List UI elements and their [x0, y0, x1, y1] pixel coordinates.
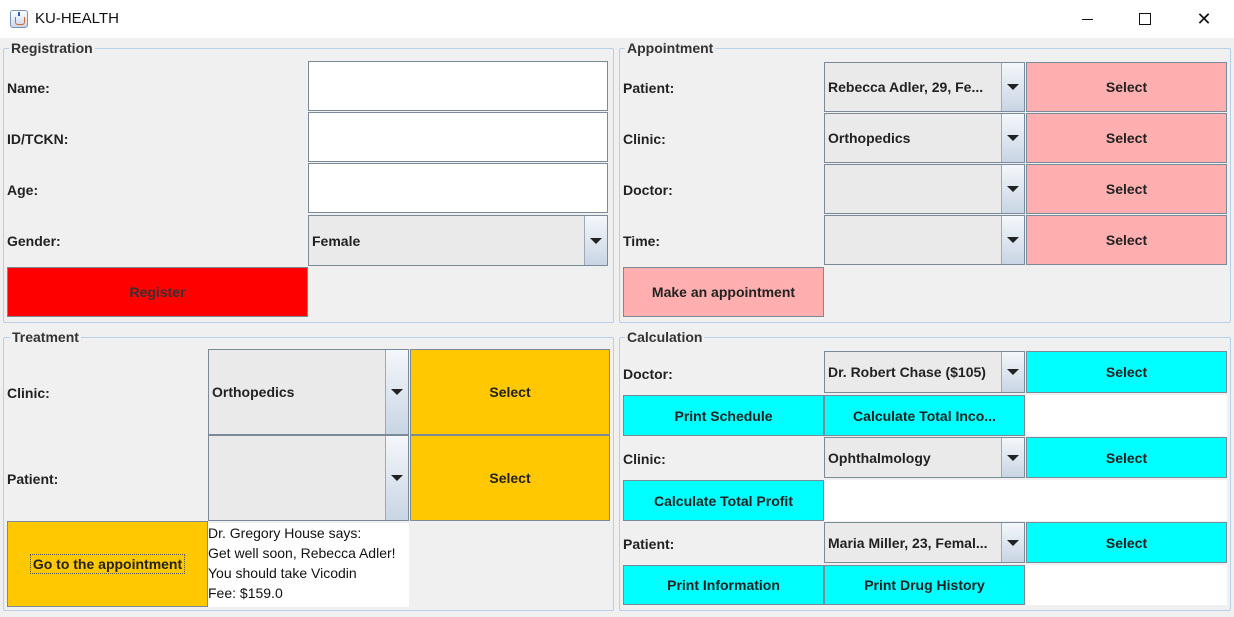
id-label: ID/TCKN:	[7, 131, 69, 147]
print-information-button[interactable]: Print Information	[623, 565, 824, 605]
calc-clinic-dropdown-arrow[interactable]	[1001, 438, 1024, 477]
print-schedule-button[interactable]: Print Schedule	[623, 395, 824, 436]
minimize-button[interactable]	[1058, 0, 1116, 38]
message-line: You should take Vicodin	[208, 565, 357, 581]
chevron-down-icon	[1007, 454, 1019, 461]
appt-clinic-label: Clinic:	[623, 131, 666, 147]
calc-doctor-label: Doctor:	[623, 366, 673, 382]
treat-clinic-select-button[interactable]: Select	[410, 349, 610, 435]
treatment-title: Treatment	[10, 329, 81, 345]
close-button[interactable]: ✕	[1175, 0, 1233, 38]
calc-patient-select-button[interactable]: Select	[1026, 522, 1227, 563]
treat-clinic-label: Clinic:	[7, 385, 50, 401]
calculation-title: Calculation	[625, 329, 705, 345]
message-line: Dr. Gregory House says:	[208, 525, 362, 541]
calc-clinic-label: Clinic:	[623, 451, 666, 467]
name-field[interactable]	[308, 61, 608, 111]
appt-clinic-select-button[interactable]: Select	[1026, 113, 1227, 163]
make-appointment-button[interactable]: Make an appointment	[623, 267, 824, 317]
calc-doctor-dropdown-arrow[interactable]	[1001, 352, 1024, 392]
calc-clinic-selected: Ophthalmology	[828, 449, 931, 466]
calc-patient-label: Patient:	[623, 536, 675, 552]
close-icon: ✕	[1196, 8, 1212, 29]
appt-patient-label: Patient:	[623, 80, 675, 96]
chevron-down-icon	[1007, 186, 1019, 192]
treat-patient-label: Patient:	[7, 471, 59, 487]
chevron-down-icon	[590, 237, 602, 244]
chevron-down-icon	[1007, 135, 1019, 141]
chevron-down-icon	[391, 475, 403, 481]
calc-doctor-select-button[interactable]: Select	[1026, 351, 1227, 393]
treat-patient-select[interactable]	[208, 435, 409, 521]
register-button[interactable]: Register	[7, 267, 308, 317]
appt-patient-selected: Rebecca Adler, 29, Fe...	[828, 79, 984, 95]
calc-patient-select[interactable]: Maria Miller, 23, Femal...	[824, 522, 1025, 563]
appt-clinic-dropdown-arrow[interactable]	[1001, 114, 1024, 162]
appt-patient-select[interactable]: Rebecca Adler, 29, Fe...	[824, 62, 1025, 112]
appt-doctor-dropdown-arrow[interactable]	[1001, 165, 1024, 213]
age-label: Age:	[7, 182, 39, 198]
profit-output	[824, 480, 1227, 521]
appt-patient-dropdown-arrow[interactable]	[1001, 63, 1024, 111]
go-to-appointment-button[interactable]: Go to the appointment	[7, 521, 208, 607]
id-field[interactable]	[308, 112, 608, 162]
appointment-title: Appointment	[625, 40, 716, 56]
maximize-button[interactable]	[1116, 0, 1174, 38]
message-line: Fee: $159.0	[208, 585, 283, 601]
appt-doctor-select-button[interactable]: Select	[1026, 164, 1227, 214]
appt-time-select[interactable]	[824, 215, 1025, 265]
income-output	[1026, 395, 1227, 436]
go-to-appointment-label: Go to the appointment	[29, 554, 186, 574]
doctor-message: Dr. Gregory House says: Get well soon, R…	[208, 523, 409, 607]
message-line: Get well soon, Rebecca Adler!	[208, 545, 396, 561]
minimize-icon	[1081, 18, 1093, 20]
calculate-total-profit-button[interactable]: Calculate Total Profit	[623, 480, 824, 521]
calc-doctor-selected: Dr. Robert Chase ($105)	[828, 364, 986, 380]
calc-clinic-select-button[interactable]: Select	[1026, 437, 1227, 478]
window-title: KU-HEALTH	[35, 10, 119, 27]
appt-time-dropdown-arrow[interactable]	[1001, 216, 1024, 264]
treat-patient-select-button[interactable]: Select	[410, 435, 610, 521]
treat-patient-dropdown-arrow[interactable]	[385, 436, 408, 520]
age-field[interactable]	[308, 163, 608, 213]
gender-select[interactable]: Female	[308, 215, 608, 266]
appt-clinic-selected: Orthopedics	[828, 130, 911, 146]
calc-doctor-select[interactable]: Dr. Robert Chase ($105)	[824, 351, 1025, 393]
gender-dropdown-arrow[interactable]	[584, 216, 607, 265]
chevron-down-icon	[1007, 237, 1019, 243]
treat-clinic-selected: Orthopedics	[212, 384, 295, 400]
calc-clinic-select[interactable]: Ophthalmology	[824, 437, 1025, 478]
treat-clinic-select[interactable]: Orthopedics	[208, 349, 409, 435]
appt-patient-select-button[interactable]: Select	[1026, 62, 1227, 112]
name-label: Name:	[7, 80, 50, 96]
chevron-down-icon	[1007, 84, 1019, 90]
gender-label: Gender:	[7, 233, 61, 249]
chevron-down-icon	[1007, 539, 1019, 546]
title-bar	[0, 0, 1234, 38]
chevron-down-icon	[1007, 369, 1019, 375]
appt-time-label: Time:	[623, 233, 661, 249]
calc-patient-selected: Maria Miller, 23, Femal...	[828, 534, 988, 551]
appt-time-select-button[interactable]: Select	[1026, 215, 1227, 265]
print-drug-history-button[interactable]: Print Drug History	[824, 565, 1025, 605]
java-app-icon	[10, 10, 28, 28]
appt-clinic-select[interactable]: Orthopedics	[824, 113, 1025, 163]
gender-selected: Female	[312, 232, 361, 249]
appt-doctor-label: Doctor:	[623, 182, 673, 198]
treat-clinic-dropdown-arrow[interactable]	[385, 350, 408, 434]
chevron-down-icon	[391, 389, 403, 395]
registration-title: Registration	[9, 40, 95, 56]
calc-patient-dropdown-arrow[interactable]	[1001, 523, 1024, 562]
patient-output	[1026, 565, 1227, 605]
appt-doctor-select[interactable]	[824, 164, 1025, 214]
calculate-total-income-button[interactable]: Calculate Total Inco...	[824, 395, 1025, 436]
maximize-icon	[1139, 13, 1151, 25]
